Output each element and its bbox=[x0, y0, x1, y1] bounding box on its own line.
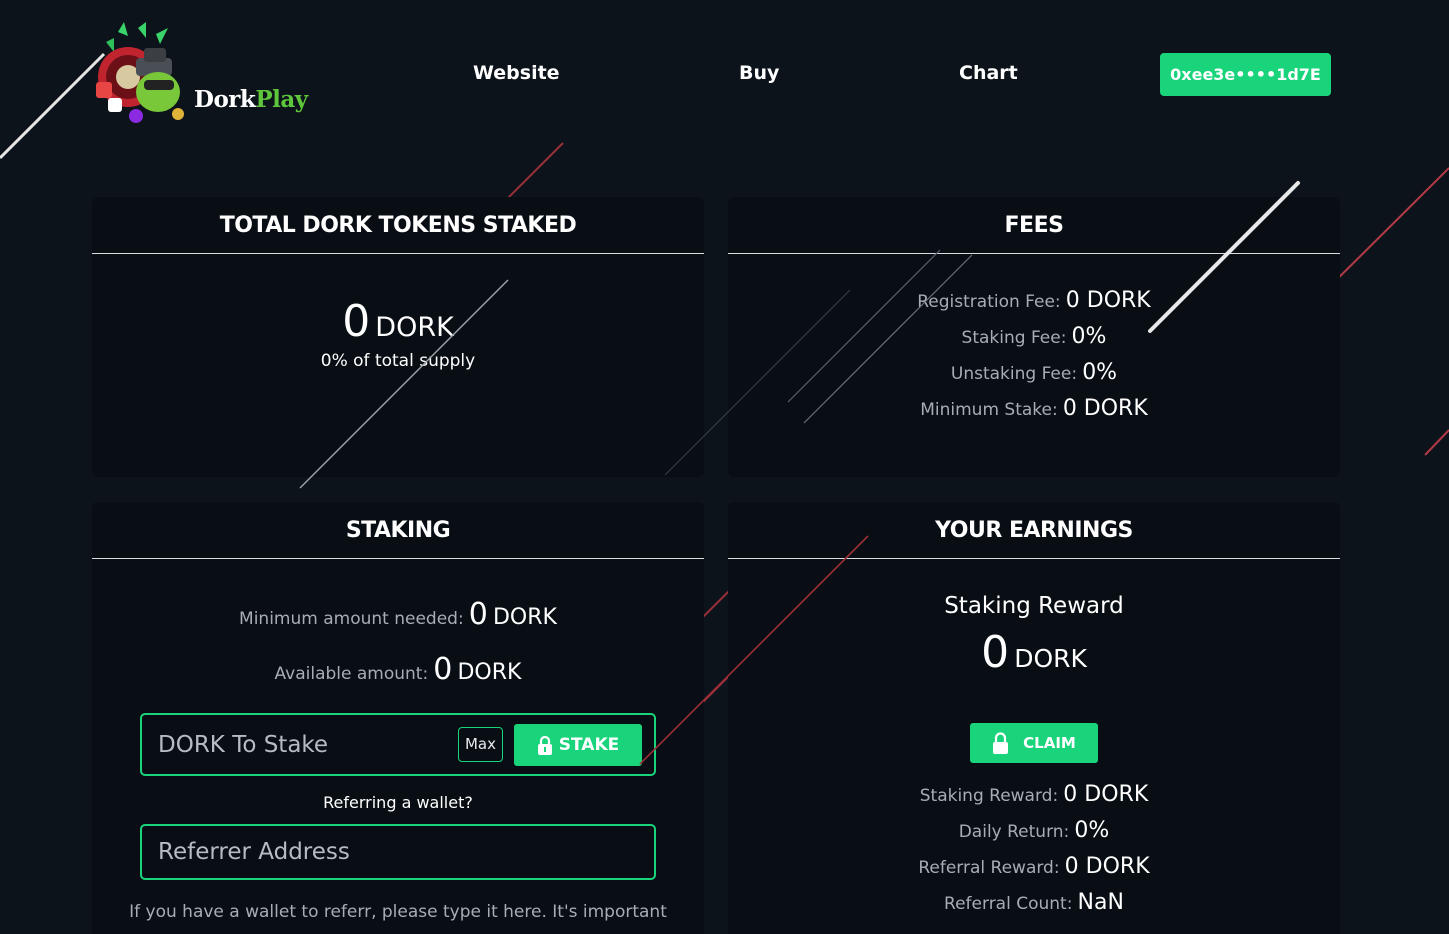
staking-card: STAKING Minimum amount needed: 0 DORK Av… bbox=[92, 502, 704, 934]
fees-title: FEES bbox=[728, 197, 1340, 254]
stake-button[interactable]: STAKE bbox=[514, 724, 642, 766]
staking-title: STAKING bbox=[92, 502, 704, 559]
unlock-icon bbox=[993, 732, 1009, 754]
fee-value: 0 DORK bbox=[1062, 396, 1148, 421]
brand-name-part1: Dork bbox=[194, 86, 256, 113]
earnings-row-staking-reward: Staking Reward: 0 DORK bbox=[728, 782, 1340, 818]
earnings-label: Referral Reward: bbox=[918, 858, 1060, 878]
wallet-address-button[interactable]: 0xee3e••••1d7E bbox=[1160, 53, 1331, 96]
referring-label: Referring a wallet? bbox=[323, 793, 473, 812]
total-staked-card: TOTAL DORK TOKENS STAKED 0 DORK 0% of to… bbox=[92, 197, 704, 477]
available-amount-label: Available amount: bbox=[274, 664, 429, 684]
total-staked-amount: 0 bbox=[342, 296, 371, 347]
available-amount-value: 0 bbox=[433, 652, 453, 687]
stake-amount-input[interactable] bbox=[158, 715, 448, 774]
reward-amount-row: 0 DORK bbox=[728, 627, 1340, 678]
earnings-value: NaN bbox=[1077, 890, 1124, 915]
earnings-list: Staking Reward: 0 DORK Daily Return: 0% … bbox=[728, 782, 1340, 926]
earnings-row-referral-count: Referral Count: NaN bbox=[728, 890, 1340, 926]
dorkplay-logo[interactable]: DorkPlay bbox=[88, 22, 318, 130]
lock-icon bbox=[537, 735, 552, 755]
fee-label: Registration Fee: bbox=[917, 292, 1061, 312]
claim-button-label: CLAIM bbox=[1023, 734, 1076, 752]
earnings-title: YOUR EARNINGS bbox=[728, 502, 1340, 559]
earnings-card: YOUR EARNINGS Staking Reward 0 DORK CLAI… bbox=[728, 502, 1340, 934]
nav-buy[interactable]: Buy bbox=[739, 62, 779, 84]
total-staked-title: TOTAL DORK TOKENS STAKED bbox=[92, 197, 704, 254]
earnings-label: Daily Return: bbox=[958, 822, 1070, 842]
total-supply-text: 0% of total supply bbox=[320, 351, 476, 371]
fees-list: Registration Fee: 0 DORK Staking Fee: 0%… bbox=[728, 288, 1340, 432]
fee-row-unstaking: Unstaking Fee: 0% bbox=[728, 360, 1340, 396]
stake-amount-box: Max STAKE bbox=[140, 713, 656, 776]
max-button[interactable]: Max bbox=[458, 727, 503, 762]
referrer-address-input[interactable] bbox=[158, 826, 638, 878]
minimum-amount-unit: DORK bbox=[492, 605, 557, 630]
claim-button[interactable]: CLAIM bbox=[970, 723, 1098, 763]
nav-chart[interactable]: Chart bbox=[959, 62, 1018, 84]
earnings-value: 0 DORK bbox=[1063, 782, 1149, 807]
earnings-value: 0 DORK bbox=[1064, 854, 1150, 879]
fee-value: 0% bbox=[1071, 324, 1107, 349]
available-amount-unit: DORK bbox=[457, 660, 522, 685]
reward-amount: 0 bbox=[981, 627, 1010, 678]
reward-unit: DORK bbox=[1014, 644, 1087, 673]
site-header: DorkPlay Website Buy Chart 0xee3e••••1d7… bbox=[0, 0, 1449, 150]
fee-row-minimum-stake: Minimum Stake: 0 DORK bbox=[728, 396, 1340, 432]
fees-card: FEES Registration Fee: 0 DORK Staking Fe… bbox=[728, 197, 1340, 477]
fee-value: 0 DORK bbox=[1065, 288, 1151, 313]
earnings-row-daily-return: Daily Return: 0% bbox=[728, 818, 1340, 854]
minimum-amount-label: Minimum amount needed: bbox=[239, 609, 464, 629]
total-staked-unit: DORK bbox=[375, 312, 454, 343]
earnings-row-referral-reward: Referral Reward: 0 DORK bbox=[728, 854, 1340, 890]
brand-name-part2: Play bbox=[255, 86, 308, 113]
referrer-address-box bbox=[140, 824, 656, 880]
earnings-value: 0% bbox=[1074, 818, 1110, 843]
fee-label: Unstaking Fee: bbox=[950, 364, 1078, 384]
fee-value: 0% bbox=[1082, 360, 1118, 385]
minimum-amount-row: Minimum amount needed: 0 DORK bbox=[92, 597, 704, 632]
referral-note: If you have a wallet to referr, please t… bbox=[129, 902, 667, 922]
mascot-icon bbox=[96, 22, 184, 123]
total-staked-amount-row: 0 DORK bbox=[92, 296, 704, 347]
earnings-label: Staking Reward: bbox=[919, 786, 1059, 806]
available-amount-row: Available amount: 0 DORK bbox=[92, 652, 704, 687]
nav-website[interactable]: Website bbox=[473, 62, 560, 84]
fee-label: Minimum Stake: bbox=[920, 400, 1058, 420]
fee-row-registration: Registration Fee: 0 DORK bbox=[728, 288, 1340, 324]
minimum-amount-value: 0 bbox=[468, 597, 488, 632]
fee-label: Staking Fee: bbox=[961, 328, 1067, 348]
stake-button-label: STAKE bbox=[558, 735, 620, 755]
brand-name: DorkPlay bbox=[194, 86, 308, 113]
earnings-label: Referral Count: bbox=[944, 894, 1073, 914]
staking-reward-title: Staking Reward bbox=[944, 593, 1124, 619]
fee-row-staking: Staking Fee: 0% bbox=[728, 324, 1340, 360]
